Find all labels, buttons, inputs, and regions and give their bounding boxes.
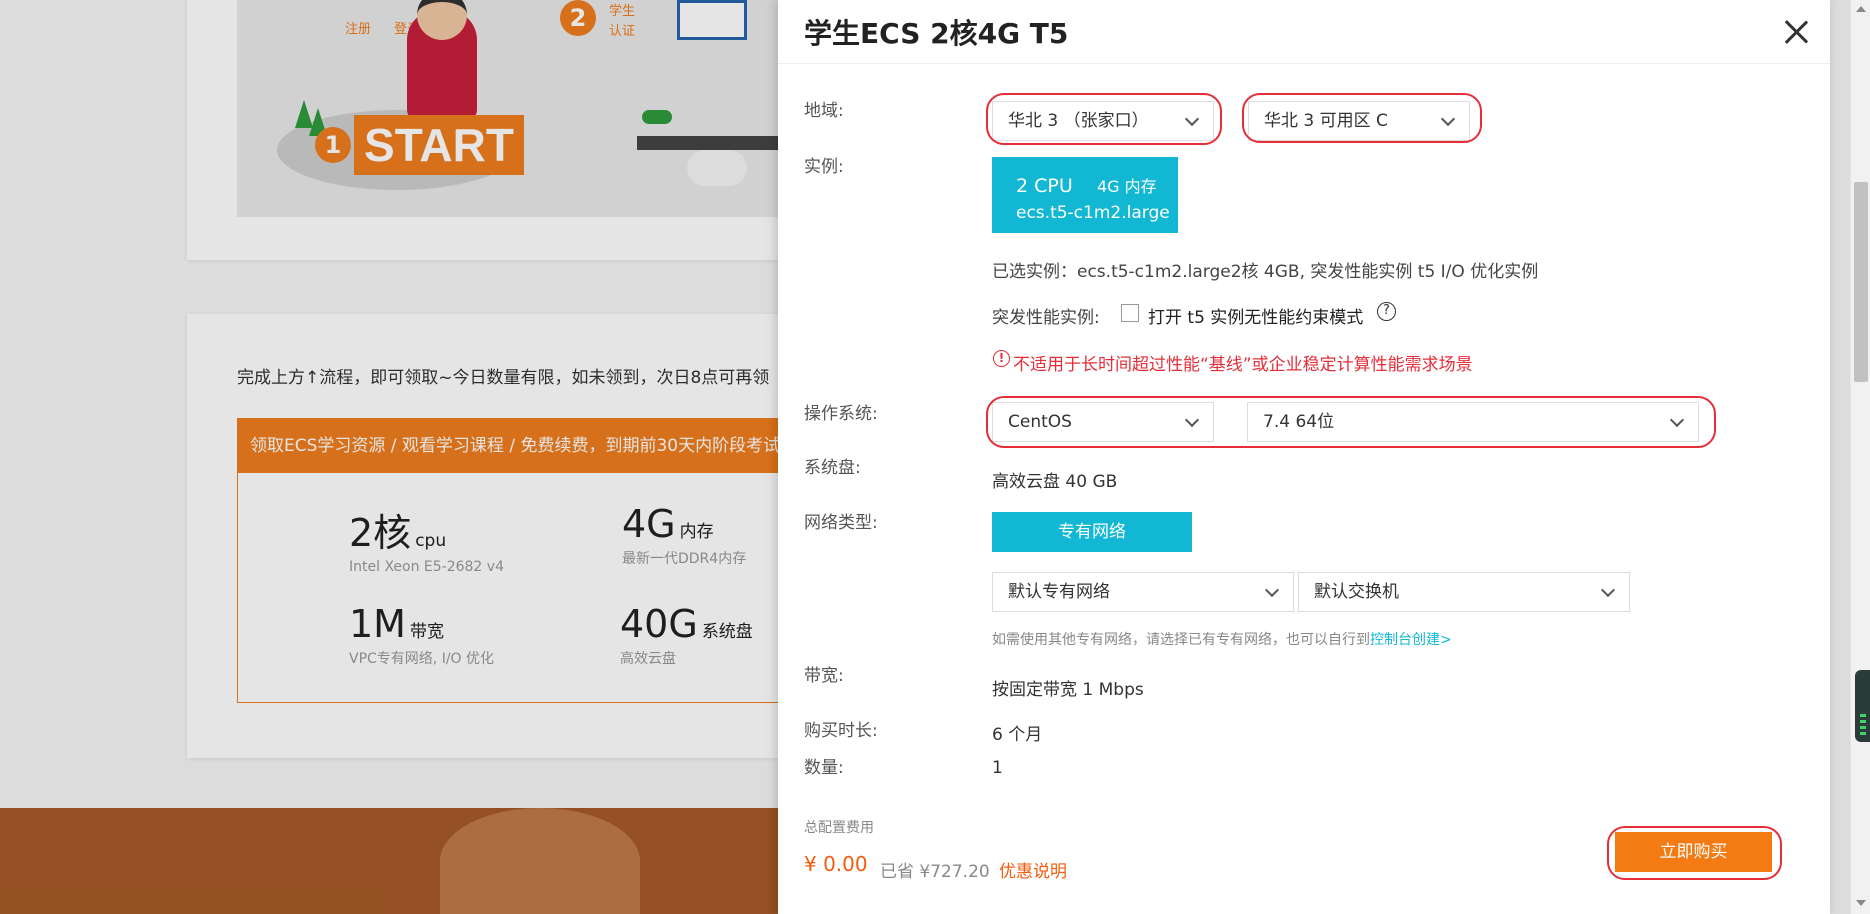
saved-amount: 已省 ¥727.20 — [880, 862, 990, 882]
region-label: 地域: — [804, 101, 844, 121]
network-label: 网络类型: — [804, 513, 878, 533]
selected-instance-text: 已选实例：ecs.t5-c1m2.large2核 4GB, 突发性能实例 t5 … — [992, 262, 1539, 282]
page-scrollbar[interactable] — [1850, 0, 1870, 914]
total-cost-label: 总配置费用 — [804, 820, 874, 836]
chevron-down-icon — [1440, 111, 1456, 127]
unlimited-mode-checkbox[interactable] — [1121, 304, 1139, 322]
instance-card-spec: 2 CPU 4G 内存 — [1016, 173, 1157, 197]
instance-memory: 4G 内存 — [1096, 177, 1157, 196]
burst-label: 突发性能实例: — [992, 308, 1100, 328]
duration-label: 购买时长: — [804, 721, 878, 741]
warning-text: 不适用于长时间超过性能“基线”或企业稳定计算性能需求场景 — [1013, 355, 1473, 375]
vpc-network-button[interactable]: 专有网络 — [992, 512, 1192, 552]
disk-label: 系统盘: — [804, 458, 861, 478]
quantity-label: 数量: — [804, 758, 844, 778]
duration-value: 6 个月 — [992, 725, 1043, 745]
vswitch-select[interactable]: 默认交换机 — [1298, 572, 1630, 612]
indicator-bar — [1860, 720, 1866, 723]
scroll-up-arrow-icon[interactable] — [1856, 6, 1866, 12]
zone-select[interactable]: 华北 3 可用区 C — [1248, 101, 1470, 141]
drawer-header: 学生ECS 2核4G T5 — [778, 0, 1830, 64]
unlimited-mode-label: 打开 t5 实例无性能约束模式 — [1148, 308, 1364, 328]
os-version-value: 7.4 64位 — [1263, 412, 1335, 432]
network-hint-text: 如需使用其他专有网络，请选择已有专有网络，也可以自行到 — [992, 632, 1370, 648]
close-icon[interactable] — [1780, 16, 1812, 48]
bandwidth-label: 带宽: — [804, 666, 844, 686]
chevron-down-icon — [1184, 111, 1200, 127]
region-select-value: 华北 3 （张家口） — [1008, 111, 1149, 131]
indicator-bar — [1860, 732, 1866, 735]
network-hint: 如需使用其他专有网络，请选择已有专有网络，也可以自行到控制台创建> — [992, 629, 1452, 649]
vpc-select[interactable]: 默认专有网络 — [992, 572, 1294, 612]
warning-info-icon: ! — [993, 350, 1010, 367]
chevron-down-icon — [1669, 412, 1685, 428]
indicator-bar — [1860, 726, 1866, 729]
bandwidth-value: 按固定带宽 1 Mbps — [992, 680, 1144, 700]
vswitch-select-value: 默认交换机 — [1314, 582, 1399, 602]
help-question-icon[interactable]: ? — [1377, 302, 1396, 321]
os-label: 操作系统: — [804, 404, 878, 424]
instance-type: ecs.t5-c1m2.large — [1016, 203, 1170, 223]
chevron-down-icon — [1184, 412, 1200, 428]
instance-card[interactable]: 2 CPU 4G 内存 ecs.t5-c1m2.large — [992, 157, 1178, 233]
chevron-down-icon — [1264, 582, 1280, 598]
quantity-value: 1 — [992, 758, 1003, 778]
scroll-down-arrow-icon[interactable] — [1856, 900, 1866, 906]
discount-info-link[interactable]: 优惠说明 — [999, 857, 1067, 882]
region-select[interactable]: 华北 3 （张家口） — [992, 101, 1214, 141]
vpc-select-value: 默认专有网络 — [1008, 582, 1110, 602]
purchase-drawer: 学生ECS 2核4G T5 地域: 华北 3 （张家口） 华北 3 可用区 C … — [778, 0, 1830, 914]
os-select[interactable]: CentOS — [992, 402, 1214, 442]
zone-select-value: 华北 3 可用区 C — [1264, 111, 1388, 131]
console-create-link[interactable]: 控制台创建> — [1370, 632, 1452, 648]
disk-value: 高效云盘 40 GB — [992, 472, 1118, 492]
total-price: ¥ 0.00 — [804, 852, 868, 876]
os-version-select[interactable]: 7.4 64位 — [1247, 402, 1699, 442]
chevron-down-icon — [1600, 582, 1616, 598]
os-select-value: CentOS — [1008, 412, 1072, 432]
drawer-title: 学生ECS 2核4G T5 — [804, 17, 1069, 50]
instance-label: 实例: — [804, 157, 844, 177]
indicator-bar — [1860, 714, 1866, 717]
side-widget[interactable] — [1855, 670, 1870, 742]
buy-now-button[interactable]: 立即购买 — [1615, 832, 1772, 872]
instance-cpu: 2 CPU — [1016, 175, 1073, 197]
scroll-thumb[interactable] — [1854, 182, 1868, 382]
